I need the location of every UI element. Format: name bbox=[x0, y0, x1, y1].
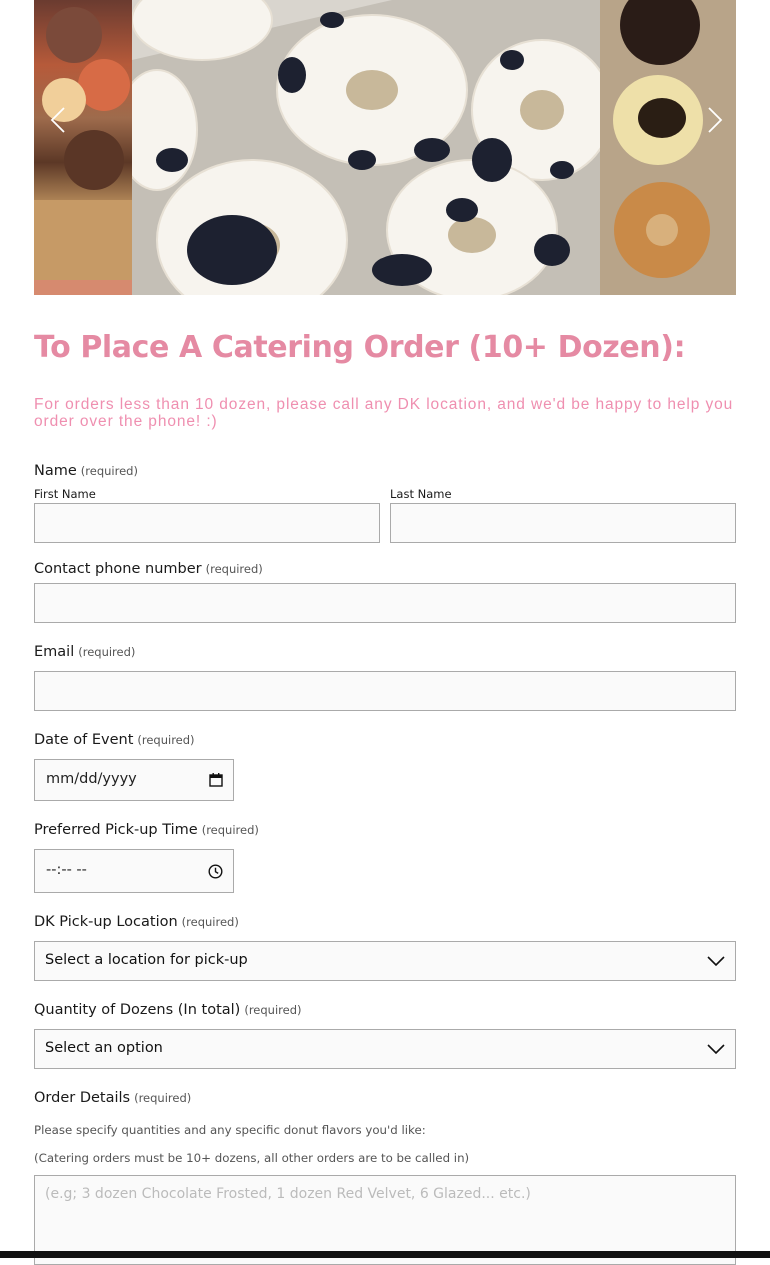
required-indicator: (required) bbox=[205, 562, 263, 576]
location-label-text: DK Pick-up Location bbox=[34, 914, 178, 930]
carousel-slide-prev bbox=[34, 0, 132, 295]
phone-label: Contact phone number (required) bbox=[34, 561, 263, 577]
first-name-label: First Name bbox=[34, 487, 96, 501]
last-name-input[interactable] bbox=[390, 503, 736, 543]
order-details-placeholder: (e.g; 3 dozen Chocolate Frosted, 1 dozen… bbox=[45, 1186, 531, 1202]
name-label: Name (required) bbox=[34, 463, 138, 479]
quantity-select[interactable]: Select an option bbox=[34, 1029, 736, 1069]
chevron-down-icon bbox=[707, 1044, 725, 1055]
chevron-left-icon bbox=[50, 107, 65, 133]
required-indicator: (required) bbox=[181, 915, 239, 929]
page-subtitle: For orders less than 10 dozen, please ca… bbox=[34, 396, 734, 430]
event-date-input[interactable]: mm/dd/yyyy bbox=[34, 759, 234, 801]
order-details-help-1: Please specify quantities and any specif… bbox=[34, 1123, 426, 1137]
email-input[interactable] bbox=[34, 671, 736, 711]
required-indicator: (required) bbox=[134, 1091, 192, 1105]
calendar-icon[interactable] bbox=[209, 773, 223, 787]
pickup-location-select[interactable]: Select a location for pick-up bbox=[34, 941, 736, 981]
time-display: --:-- -- bbox=[46, 862, 87, 878]
chevron-down-icon bbox=[707, 956, 725, 967]
required-indicator: (required) bbox=[78, 645, 136, 659]
order-details-label: Order Details (required) bbox=[34, 1090, 191, 1106]
carousel-next-button[interactable] bbox=[695, 100, 735, 140]
donut-photo-next bbox=[600, 0, 736, 295]
quantity-label: Quantity of Dozens (In total) (required) bbox=[34, 1002, 302, 1018]
pickup-time-input[interactable]: --:-- -- bbox=[34, 849, 234, 893]
location-selected-value: Select a location for pick-up bbox=[45, 952, 248, 968]
carousel-slide-next bbox=[600, 0, 736, 295]
time-label: Preferred Pick-up Time (required) bbox=[34, 822, 259, 838]
quantity-label-text: Quantity of Dozens (In total) bbox=[34, 1002, 241, 1018]
required-indicator: (required) bbox=[201, 823, 259, 837]
order-details-label-text: Order Details bbox=[34, 1090, 131, 1106]
clock-icon[interactable] bbox=[208, 864, 223, 879]
date-display: mm/dd/yyyy bbox=[46, 771, 137, 787]
phone-input[interactable] bbox=[34, 583, 736, 623]
page-title: To Place A Catering Order (10+ Dozen): bbox=[34, 330, 686, 365]
chevron-right-icon bbox=[708, 107, 723, 133]
date-label: Date of Event (required) bbox=[34, 732, 195, 748]
donut-photo-prev bbox=[34, 7, 132, 295]
required-indicator: (required) bbox=[137, 733, 195, 747]
first-name-input[interactable] bbox=[34, 503, 380, 543]
email-label-text: Email bbox=[34, 644, 75, 660]
email-label: Email (required) bbox=[34, 644, 135, 660]
required-indicator: (required) bbox=[80, 464, 138, 478]
quantity-selected-value: Select an option bbox=[45, 1040, 163, 1056]
location-label: DK Pick-up Location (required) bbox=[34, 914, 239, 930]
order-details-help-2: (Catering orders must be 10+ dozens, all… bbox=[34, 1151, 470, 1165]
phone-label-text: Contact phone number bbox=[34, 561, 202, 577]
carousel-prev-button[interactable] bbox=[38, 100, 78, 140]
date-label-text: Date of Event bbox=[34, 732, 134, 748]
time-label-text: Preferred Pick-up Time bbox=[34, 822, 198, 838]
required-indicator: (required) bbox=[244, 1003, 302, 1017]
carousel-slide-main bbox=[116, 0, 613, 295]
last-name-label: Last Name bbox=[390, 487, 452, 501]
image-carousel bbox=[34, 0, 736, 295]
name-label-text: Name bbox=[34, 463, 77, 479]
donut-photo-main bbox=[116, 0, 613, 295]
bottom-bar bbox=[0, 1251, 770, 1258]
